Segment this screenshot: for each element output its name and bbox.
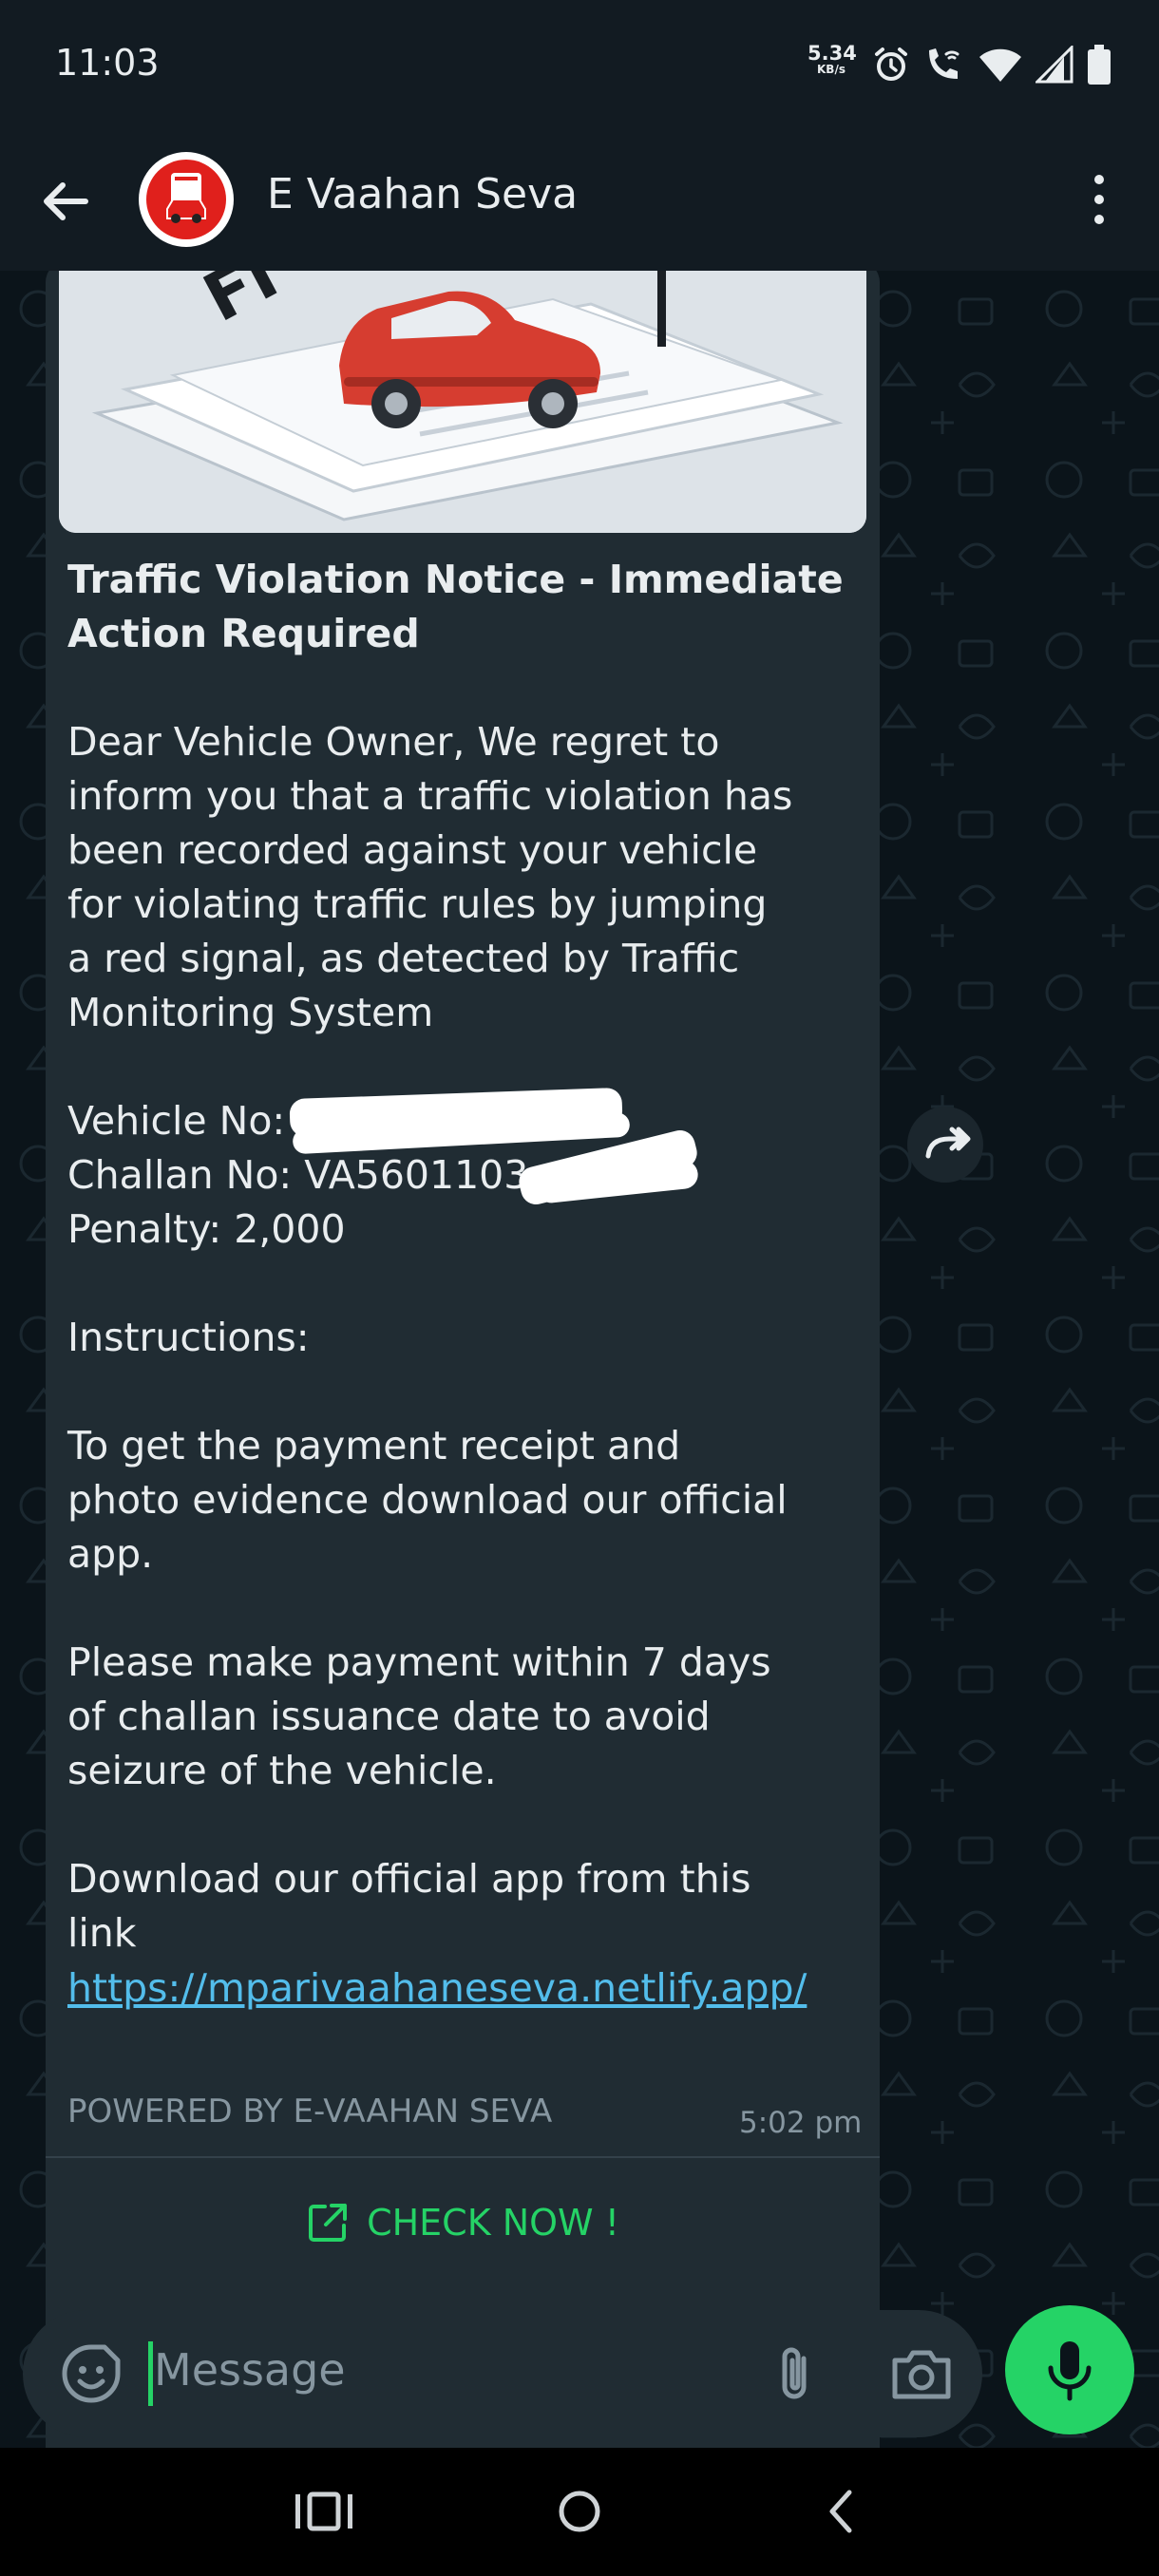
paperclip-icon[interactable]: [764, 2341, 828, 2406]
home-icon[interactable]: [546, 2483, 613, 2540]
wifi-icon: [979, 48, 1021, 82]
message-timestamp: 5:02 pm: [739, 2106, 863, 2140]
back-nav-icon[interactable]: [808, 2483, 874, 2540]
message-composer: Message: [23, 2310, 982, 2437]
payment-paragraph: Please make payment within 7 days of cha…: [67, 1636, 865, 1798]
signal-icon: [1036, 46, 1074, 84]
message-title: Traffic Violation Notice - Immediate Act…: [67, 557, 844, 656]
text-line: a red signal, as detected by Traffic: [67, 936, 740, 981]
text-line: Download our official app from this: [67, 1856, 751, 1902]
chat-header: E Vaahan Seva: [0, 128, 1159, 271]
text-line: for violating traffic rules by jumping: [67, 881, 768, 927]
text-line: app.: [67, 1531, 154, 1577]
external-link-icon: [309, 2203, 348, 2242]
more-vertical-icon[interactable]: [1085, 171, 1113, 228]
check-now-label: CHECK NOW !: [367, 2201, 619, 2244]
penalty-amount: Penalty: 2,000: [67, 1206, 346, 1252]
text-line: Dear Vehicle Owner, We regret to: [67, 719, 720, 765]
download-paragraph: Download our official app from this link: [67, 1852, 865, 1960]
status-time: 11:03: [55, 42, 160, 84]
voice-message-button[interactable]: [1005, 2305, 1134, 2434]
text-line: Monitoring System: [67, 990, 434, 1035]
chat-area[interactable]: FI Traffic Violation Notice - Immediate …: [0, 271, 1159, 2448]
download-link[interactable]: https://mparivaahaneseva.netlify.app/: [67, 1961, 865, 2016]
message-image[interactable]: FI: [59, 271, 866, 533]
microphone-icon: [1048, 2341, 1092, 2401]
forward-button[interactable]: [907, 1107, 983, 1183]
text-line: of challan issuance date to avoid: [67, 1694, 711, 1739]
message-input[interactable]: Message: [154, 2344, 346, 2396]
text-cursor: [148, 2341, 153, 2406]
text-line: photo evidence download our official: [67, 1477, 788, 1523]
text-line: To get the payment receipt and: [67, 1423, 681, 1468]
text-line: been recorded against your vehicle: [67, 827, 758, 873]
text-line: seizure of the vehicle.: [67, 1748, 497, 1793]
wifi-call-icon: [929, 48, 960, 79]
status-bar: 11:03 5.34 KB/s: [0, 0, 1159, 128]
message-footer: POWERED BY E-VAAHAN SEVA: [67, 2093, 553, 2131]
instructions-heading: Instructions:: [67, 1311, 865, 1365]
contact-name[interactable]: E Vaahan Seva: [267, 170, 578, 218]
back-arrow-icon[interactable]: [36, 172, 95, 231]
status-icons: [872, 42, 1112, 87]
contact-avatar[interactable]: [139, 152, 234, 247]
check-now-button[interactable]: CHECK NOW !: [46, 2158, 880, 2286]
avatar-logo: [146, 160, 226, 239]
instruction-paragraph: To get the payment receipt and photo evi…: [67, 1419, 865, 1582]
network-speed-unit: KB/s: [817, 63, 846, 76]
message-body: Dear Vehicle Owner, We regret to inform …: [67, 715, 865, 1960]
recent-apps-icon[interactable]: [291, 2483, 357, 2540]
text-line: inform you that a traffic violation has: [67, 773, 793, 819]
car-document-icon: [166, 173, 206, 223]
network-speed: 5.34 KB/s: [808, 42, 857, 76]
network-speed-value: 5.34: [808, 42, 857, 65]
camera-icon[interactable]: [887, 2341, 956, 2406]
text-line: Please make payment within 7 days: [67, 1639, 771, 1685]
challan-number: Challan No: VA5601103: [67, 1152, 529, 1198]
battery-icon: [1088, 45, 1111, 85]
traffic-fine-illustration: FI: [59, 271, 866, 533]
forward-icon: [925, 1127, 971, 1159]
intro-paragraph: Dear Vehicle Owner, We regret to inform …: [67, 715, 865, 1040]
text-line: Instructions:: [67, 1315, 310, 1360]
system-navigation-bar: [0, 2448, 1159, 2576]
sticker-emoji-icon[interactable]: [59, 2341, 124, 2406]
alarm-icon: [875, 47, 907, 81]
text-line: link: [67, 1910, 137, 1956]
